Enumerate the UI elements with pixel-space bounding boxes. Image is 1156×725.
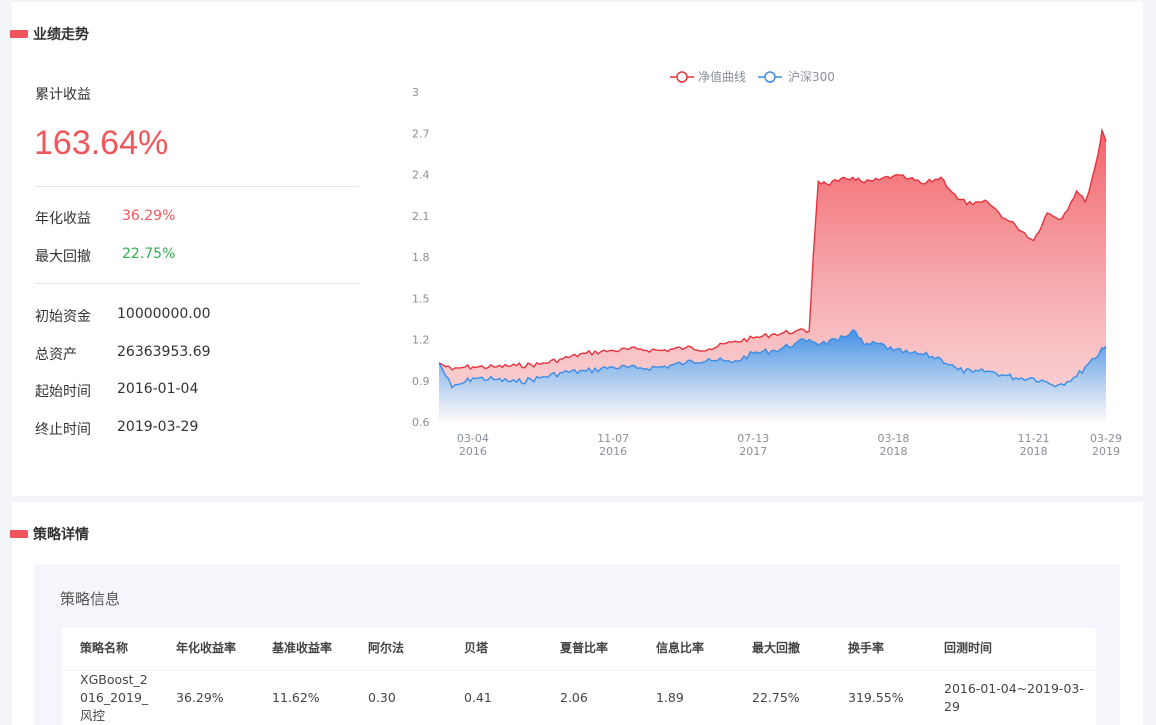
table-header-row: 策略名称 年化收益率 基准收益率 阿尔法 贝塔 夏普比率 信息比率 最大回撤 换… xyxy=(62,628,1096,670)
y-tick-label: 2.4 xyxy=(412,169,430,182)
end-date-label: 终止时间 xyxy=(35,422,91,438)
table-cell: 11.62% xyxy=(254,669,350,725)
cumulative-return-value: 163.64% xyxy=(34,124,169,162)
y-tick-label: 0.9 xyxy=(412,375,430,388)
annual-return-label: 年化收益 xyxy=(35,211,91,227)
table-cell: 319.55% xyxy=(830,669,926,725)
section-marker xyxy=(10,530,28,538)
initial-capital-label: 初始资金 xyxy=(35,309,91,325)
strategy-detail-card: 策略详情 策略信息 策略名称 年化收益率 基准收益率 阿尔法 贝塔 夏普比率 信… xyxy=(10,502,1143,725)
cumulative-return-label: 累计收益 xyxy=(35,87,91,103)
strategy-table: 策略名称 年化收益率 基准收益率 阿尔法 贝塔 夏普比率 信息比率 最大回撤 换… xyxy=(62,628,1096,725)
table-cell: XGBoost_2016_2019_风控 xyxy=(62,669,158,725)
start-date-label: 起始时间 xyxy=(35,384,91,400)
x-tick-label: 03-04 xyxy=(457,432,489,445)
table-header-cell[interactable]: 年化收益率 xyxy=(158,628,254,670)
table-header-cell[interactable]: 策略名称 xyxy=(62,628,158,670)
x-tick-label: 07-13 xyxy=(737,432,769,445)
x-tick-label: 11-07 xyxy=(597,432,629,445)
table-header-cell[interactable]: 换手率 xyxy=(830,628,926,670)
strategy-info-panel: 策略信息 策略名称 年化收益率 基准收益率 阿尔法 贝塔 夏普比率 信息比率 最… xyxy=(34,564,1120,725)
max-drawdown-label: 最大回撤 xyxy=(35,249,91,265)
table-header-cell[interactable]: 阿尔法 xyxy=(350,628,446,670)
legend-label-nav: 净值曲线 xyxy=(698,69,746,84)
section-title-performance: 业绩走势 xyxy=(33,27,89,43)
strategy-info-title: 策略信息 xyxy=(60,590,121,608)
table-header-cell[interactable]: 夏普比率 xyxy=(542,628,638,670)
x-tick-label: 11-21 xyxy=(1018,432,1050,445)
x-tick-label: 03-18 xyxy=(877,432,909,445)
annual-return-value: 36.29% xyxy=(122,208,176,224)
legend-item-benchmark[interactable]: 沪深300 xyxy=(758,70,835,84)
y-tick-label: 1.5 xyxy=(412,292,430,305)
plot-area xyxy=(438,127,1107,422)
table-cell: 0.30 xyxy=(350,669,446,725)
table-header-cell[interactable]: 贝塔 xyxy=(446,628,542,670)
legend-marker-nav xyxy=(676,71,688,83)
x-tick-label-year: 2018 xyxy=(1020,445,1048,458)
y-axis: 0.6 0.9 1.2 1.5 1.8 2.1 2.4 2.7 3 xyxy=(412,86,430,429)
divider xyxy=(35,283,359,284)
table-cell: 2.06 xyxy=(542,669,638,725)
y-tick-label: 1.8 xyxy=(412,251,430,264)
table-header-cell[interactable]: 基准收益率 xyxy=(254,628,350,670)
performance-card: 业绩走势 累计收益 163.64% 年化收益 36.29% 最大回撤 22.75… xyxy=(10,2,1143,496)
table-header-cell[interactable]: 信息比率 xyxy=(638,628,734,670)
table-header-cell[interactable]: 回测时间 xyxy=(926,628,1096,670)
total-assets-label: 总资产 xyxy=(35,347,77,363)
table-cell: 0.41 xyxy=(446,669,542,725)
chart-legend[interactable]: 净值曲线 沪深300 xyxy=(670,69,835,84)
y-tick-label: 0.6 xyxy=(412,416,430,429)
legend-label-benchmark: 沪深300 xyxy=(788,70,835,84)
table-cell: 2016-01-04~2019-03-29 xyxy=(926,669,1096,725)
y-tick-label: 1.2 xyxy=(412,334,430,347)
divider xyxy=(35,186,359,187)
max-drawdown-value: 22.75% xyxy=(122,246,176,262)
performance-chart[interactable]: 净值曲线 沪深300 0.6 0.9 1.2 1.5 1.8 2.1 2.4 2.7 3 03-… xyxy=(390,62,1130,472)
x-tick-label-year: 2016 xyxy=(599,445,627,458)
section-title-detail: 策略详情 xyxy=(33,527,89,543)
total-assets-value: 26363953.69 xyxy=(117,344,211,360)
x-tick-label: 03-29 xyxy=(1090,432,1122,445)
y-tick-label: 2.1 xyxy=(412,210,430,223)
x-tick-label-year: 2017 xyxy=(739,445,767,458)
y-tick-label: 3 xyxy=(412,86,419,99)
table-cell: 36.29% xyxy=(158,669,254,725)
table-cell: 22.75% xyxy=(734,669,830,725)
section-marker xyxy=(10,30,28,38)
legend-marker-benchmark xyxy=(764,71,776,83)
y-tick-label: 2.7 xyxy=(412,127,430,140)
x-tick-label-year: 2016 xyxy=(459,445,487,458)
x-axis: 03-04201611-07201607-13201703-18201811-2… xyxy=(457,432,1122,458)
start-date-value: 2016-01-04 xyxy=(117,381,199,397)
table-row[interactable]: XGBoost_2016_2019_风控 36.29% 11.62% 0.30 … xyxy=(62,669,1096,725)
table-header-cell[interactable]: 最大回撤 xyxy=(734,628,830,670)
legend-item-nav[interactable]: 净值曲线 xyxy=(670,69,746,84)
initial-capital-value: 10000000.00 xyxy=(117,306,211,322)
x-tick-label-year: 2019 xyxy=(1092,445,1120,458)
end-date-value: 2019-03-29 xyxy=(117,419,199,435)
table-cell: 1.89 xyxy=(638,669,734,725)
x-tick-label-year: 2018 xyxy=(879,445,907,458)
